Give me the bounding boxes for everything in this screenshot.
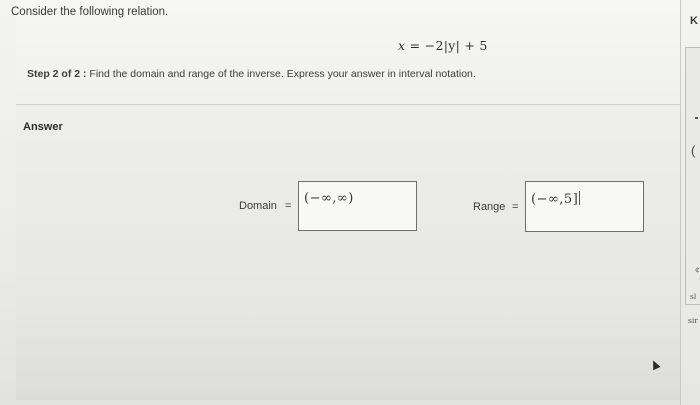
problem-prompt: Consider the following relation.: [11, 6, 169, 18]
side-panel-paren: (: [691, 143, 696, 158]
answer-heading: Answer: [23, 121, 63, 133]
side-panel-text-3: sir: [688, 316, 698, 325]
domain-value: (−∞,∞): [304, 191, 354, 206]
text-cursor: [579, 191, 581, 205]
side-panel-text-1: ¢: [695, 265, 700, 274]
range-value-text: (−∞,5]: [531, 192, 579, 207]
domain-label: Domain: [239, 200, 277, 212]
range-input[interactable]: (−∞,5]: [525, 181, 644, 232]
range-equals: =: [512, 201, 519, 213]
answer-panel: [16, 105, 680, 400]
range-label: Range: [473, 201, 506, 213]
equation-rhs: = −2|y| + 5: [405, 38, 488, 53]
step-instruction: Step 2 of 2 : Find the domain and range …: [27, 68, 476, 80]
side-panel-text-2: sl: [690, 292, 697, 301]
side-panel-dash: [695, 117, 698, 119]
domain-equals: =: [285, 200, 292, 212]
step-label: Step 2 of 2 :: [27, 68, 87, 80]
relation-equation: x = −2|y| + 5: [398, 38, 488, 53]
side-panel-header: K: [690, 15, 698, 27]
range-value: (−∞,5]: [531, 191, 581, 207]
domain-input[interactable]: (−∞,∞): [298, 181, 417, 231]
step-text: Find the domain and range of the inverse…: [86, 68, 476, 80]
